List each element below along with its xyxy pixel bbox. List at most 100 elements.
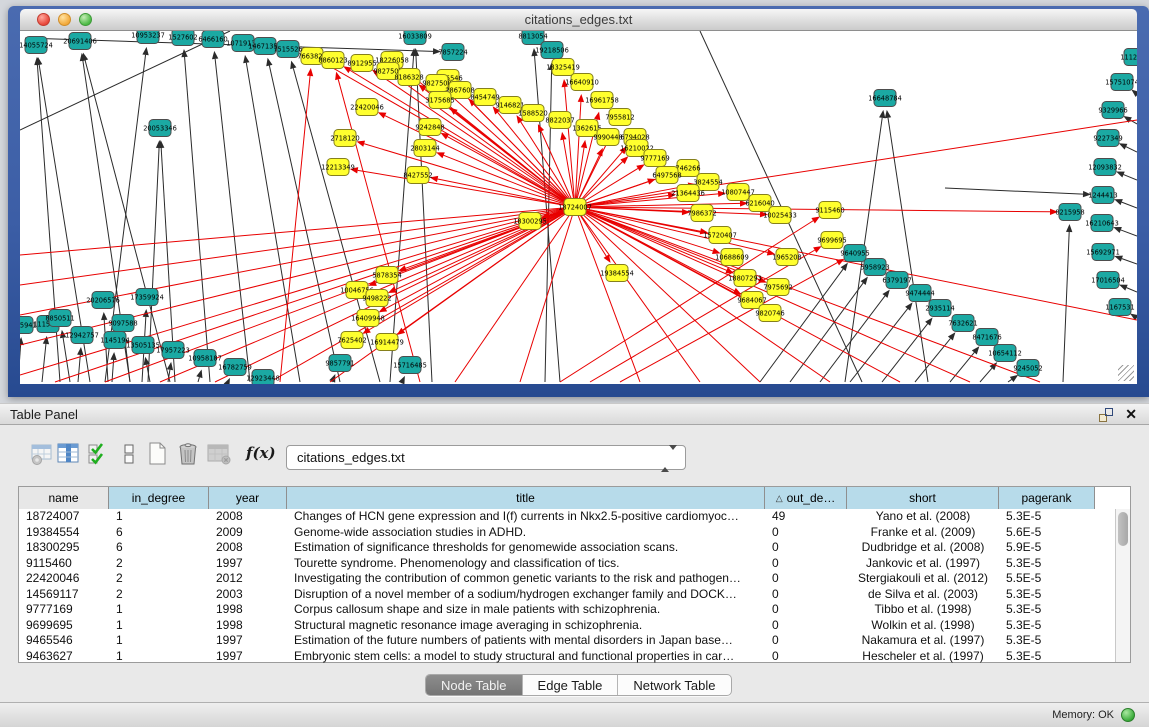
- cell-year[interactable]: 1997: [209, 633, 287, 649]
- cell-out_de[interactable]: 0: [765, 525, 847, 541]
- cell-in_degree[interactable]: 1: [109, 649, 209, 665]
- table-row[interactable]: 911546021997Tourette syndrome. Phenomeno…: [19, 556, 1130, 572]
- row-height-button[interactable]: [117, 441, 141, 467]
- window-resize-handle[interactable]: [1118, 365, 1134, 381]
- cell-out_de[interactable]: 49: [765, 509, 847, 525]
- column-header-year[interactable]: year: [209, 487, 287, 509]
- cell-pagerank[interactable]: 5.3E-5: [999, 602, 1095, 618]
- cell-short[interactable]: Jankovic et al. (1997): [847, 556, 999, 572]
- cell-pagerank[interactable]: 5.6E-5: [999, 525, 1095, 541]
- cell-in_degree[interactable]: 1: [109, 633, 209, 649]
- cell-title[interactable]: Disruption of a novel member of a sodium…: [287, 587, 765, 603]
- table-mode-button[interactable]: [30, 441, 54, 467]
- delete-column-button[interactable]: [176, 441, 200, 467]
- cell-name[interactable]: 18300295: [19, 540, 109, 556]
- table-row[interactable]: 946554611997Estimation of the future num…: [19, 633, 1130, 649]
- function-builder-button[interactable]: f(x): [246, 441, 276, 467]
- cell-title[interactable]: Investigating the contribution of common…: [287, 571, 765, 587]
- tab-edge-table[interactable]: Edge Table: [523, 675, 619, 695]
- tab-node-table[interactable]: Node Table: [426, 675, 523, 695]
- column-header-title[interactable]: title: [287, 487, 765, 509]
- cell-pagerank[interactable]: 5.5E-5: [999, 571, 1095, 587]
- cell-name[interactable]: 9777169: [19, 602, 109, 618]
- cell-out_de[interactable]: 0: [765, 602, 847, 618]
- cell-short[interactable]: Wolkin et al. (1998): [847, 618, 999, 634]
- cell-out_de[interactable]: 0: [765, 571, 847, 587]
- cell-in_degree[interactable]: 6: [109, 540, 209, 556]
- cell-year[interactable]: 2008: [209, 509, 287, 525]
- cell-name[interactable]: 9115460: [19, 556, 109, 572]
- cell-out_de[interactable]: 0: [765, 556, 847, 572]
- cell-year[interactable]: 2012: [209, 571, 287, 587]
- cell-title[interactable]: Corpus callosum shape and size in male p…: [287, 602, 765, 618]
- column-header-short[interactable]: short: [847, 487, 999, 509]
- column-header-name[interactable]: name: [19, 487, 109, 509]
- close-panel-icon[interactable]: ✕: [1125, 406, 1137, 423]
- cell-name[interactable]: 9699695: [19, 618, 109, 634]
- show-columns-button[interactable]: [56, 441, 80, 467]
- select-columns-button[interactable]: [86, 441, 110, 467]
- cell-pagerank[interactable]: 5.3E-5: [999, 556, 1095, 572]
- table-row[interactable]: 1872400712008Changes of HCN gene express…: [19, 509, 1130, 525]
- column-header-in_degree[interactable]: in_degree: [109, 487, 209, 509]
- cell-out_de[interactable]: 0: [765, 618, 847, 634]
- cell-short[interactable]: Yano et al. (2008): [847, 509, 999, 525]
- cell-in_degree[interactable]: 2: [109, 556, 209, 572]
- table-row[interactable]: 1456911722003Disruption of a novel membe…: [19, 587, 1130, 603]
- cell-year[interactable]: 1998: [209, 618, 287, 634]
- cell-title[interactable]: Estimation of significance thresholds fo…: [287, 540, 765, 556]
- table-row[interactable]: 1830029562008Estimation of significance …: [19, 540, 1130, 556]
- cell-year[interactable]: 2009: [209, 525, 287, 541]
- cell-in_degree[interactable]: 1: [109, 602, 209, 618]
- cell-pagerank[interactable]: 5.3E-5: [999, 618, 1095, 634]
- cell-out_de[interactable]: 0: [765, 633, 847, 649]
- cell-title[interactable]: Estimation of the future numbers of pati…: [287, 633, 765, 649]
- cell-name[interactable]: 9465546: [19, 633, 109, 649]
- table-row[interactable]: 977716911998Corpus callosum shape and si…: [19, 602, 1130, 618]
- cell-name[interactable]: 22420046: [19, 571, 109, 587]
- cell-out_de[interactable]: 0: [765, 540, 847, 556]
- cell-short[interactable]: Tibbo et al. (1998): [847, 602, 999, 618]
- column-header-pagerank[interactable]: pagerank: [999, 487, 1095, 509]
- cell-name[interactable]: 18724007: [19, 509, 109, 525]
- cell-pagerank[interactable]: 5.9E-5: [999, 540, 1095, 556]
- float-panel-icon[interactable]: [1099, 408, 1113, 422]
- tab-network-table[interactable]: Network Table: [618, 675, 730, 695]
- cell-year[interactable]: 2008: [209, 540, 287, 556]
- table-scrollbar[interactable]: [1115, 509, 1130, 662]
- cell-name[interactable]: 19384554: [19, 525, 109, 541]
- cell-out_de[interactable]: 0: [765, 587, 847, 603]
- cell-short[interactable]: Stergiakouli et al. (2012): [847, 571, 999, 587]
- cell-year[interactable]: 1998: [209, 602, 287, 618]
- network-window-titlebar[interactable]: citations_edges.txt: [20, 9, 1137, 31]
- create-column-button[interactable]: [146, 441, 170, 467]
- cell-short[interactable]: Nakamura et al. (1997): [847, 633, 999, 649]
- cell-year[interactable]: 1997: [209, 556, 287, 572]
- column-header-out_de[interactable]: △out_de…: [765, 487, 847, 509]
- cell-short[interactable]: de Silva et al. (2003): [847, 587, 999, 603]
- cell-in_degree[interactable]: 2: [109, 571, 209, 587]
- cell-pagerank[interactable]: 5.3E-5: [999, 633, 1095, 649]
- network-table-selector[interactable]: citations_edges.txt: [286, 445, 686, 470]
- table-scrollbar-thumb[interactable]: [1118, 512, 1128, 546]
- network-canvas[interactable]: 1872400776638228860123891295518226058982…: [20, 31, 1137, 384]
- cell-year[interactable]: 2003: [209, 587, 287, 603]
- cell-out_de[interactable]: 0: [765, 649, 847, 665]
- cell-in_degree[interactable]: 1: [109, 509, 209, 525]
- cell-title[interactable]: Genome-wide association studies in ADHD.: [287, 525, 765, 541]
- table-row[interactable]: 969969511998Structural magnetic resonanc…: [19, 618, 1130, 634]
- cell-short[interactable]: Hescheler et al. (1997): [847, 649, 999, 665]
- cell-name[interactable]: 9463627: [19, 649, 109, 665]
- import-table-button[interactable]: [206, 441, 230, 467]
- cell-title[interactable]: Embryonic stem cells: a model to study s…: [287, 649, 765, 665]
- cell-in_degree[interactable]: 6: [109, 525, 209, 541]
- cell-pagerank[interactable]: 5.3E-5: [999, 649, 1095, 665]
- cell-in_degree[interactable]: 1: [109, 618, 209, 634]
- cell-pagerank[interactable]: 5.3E-5: [999, 587, 1095, 603]
- cell-pagerank[interactable]: 5.3E-5: [999, 509, 1095, 525]
- cell-title[interactable]: Structural magnetic resonance image aver…: [287, 618, 765, 634]
- cell-short[interactable]: Franke et al. (2009): [847, 525, 999, 541]
- cell-title[interactable]: Tourette syndrome. Phenomenology and cla…: [287, 556, 765, 572]
- table-row[interactable]: 2242004622012Investigating the contribut…: [19, 571, 1130, 587]
- cell-in_degree[interactable]: 2: [109, 587, 209, 603]
